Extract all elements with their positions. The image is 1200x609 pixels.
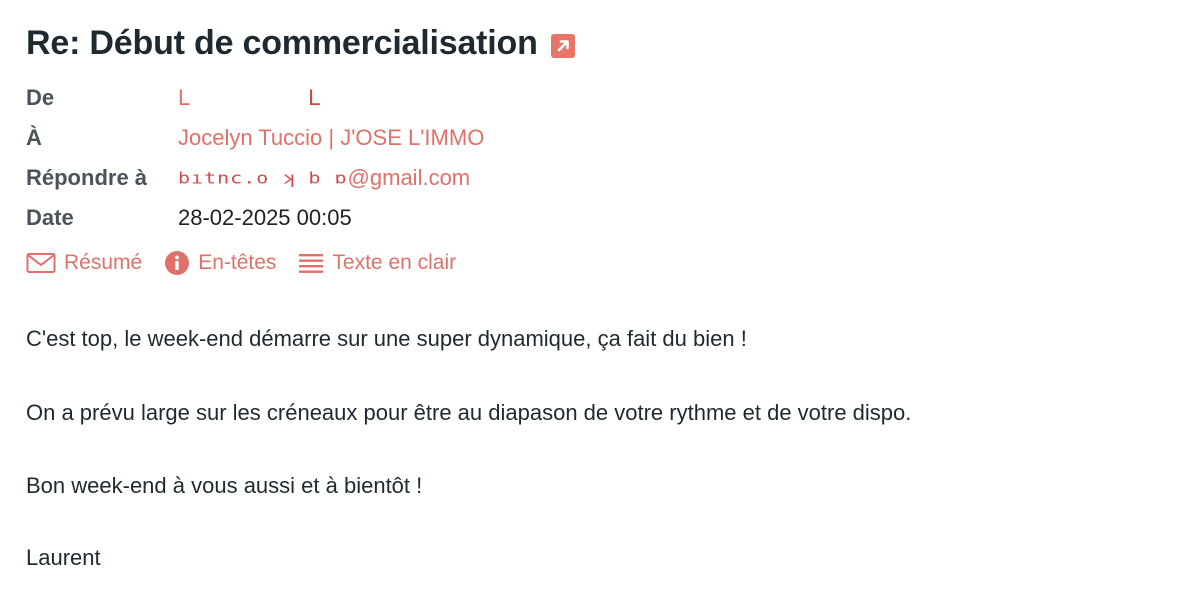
date-label: Date bbox=[26, 205, 74, 230]
reply-to-value[interactable]: bıtnc.o ʞ b ɒ@gmail.com bbox=[178, 165, 470, 191]
subject-row: Re: Début de commercialisation bbox=[26, 24, 575, 63]
tab-summary-label: Résumé bbox=[64, 251, 143, 274]
to-value[interactable]: Jocelyn Tuccio | J'OSE L'IMMO bbox=[178, 125, 484, 151]
tab-summary[interactable]: Résumé bbox=[26, 251, 142, 275]
reply-to-redacted: bıtnc.o ʞ b ɒ bbox=[178, 168, 348, 188]
header-to: À Jocelyn Tuccio | J'OSE L'IMMO bbox=[26, 125, 484, 151]
email-subject: Re: Début de commercialisation bbox=[26, 24, 538, 62]
header-from: De LL bbox=[26, 85, 321, 111]
view-tabs: Résumé En-têtes Texte en clair bbox=[26, 250, 478, 276]
from-label: De bbox=[26, 85, 55, 110]
body-signature: Laurent bbox=[26, 545, 101, 570]
tab-plain-text-label: Texte en clair bbox=[332, 251, 457, 274]
open-external-icon[interactable] bbox=[550, 33, 575, 58]
to-label: À bbox=[26, 125, 42, 150]
body-paragraph: On a prévu large sur les créneaux pour ê… bbox=[26, 400, 912, 425]
from-value-fragment-a: L bbox=[178, 85, 191, 110]
from-value-fragment-b: L bbox=[308, 85, 321, 110]
date-value: 28-02-2025 00:05 bbox=[178, 205, 352, 230]
envelope-icon bbox=[26, 253, 56, 273]
lines-icon bbox=[299, 254, 324, 273]
reply-to-domain: @gmail.com bbox=[347, 165, 471, 190]
reply-to-label: Répondre à bbox=[26, 165, 148, 190]
header-date: Date 28-02-2025 00:05 bbox=[26, 205, 352, 231]
body-paragraph: Bon week-end à vous aussi et à bientôt ! bbox=[26, 473, 423, 498]
tab-headers-label: En-têtes bbox=[198, 251, 277, 274]
body-paragraph: C'est top, le week-end démarre sur une s… bbox=[26, 326, 747, 351]
info-icon bbox=[165, 251, 190, 275]
header-reply-to: Répondre à bıtnc.o ʞ b ɒ@gmail.com bbox=[26, 165, 470, 191]
tab-plain-text[interactable]: Texte en clair bbox=[298, 251, 456, 275]
from-value[interactable]: LL bbox=[178, 85, 321, 111]
tab-headers[interactable]: En-têtes bbox=[164, 250, 276, 276]
